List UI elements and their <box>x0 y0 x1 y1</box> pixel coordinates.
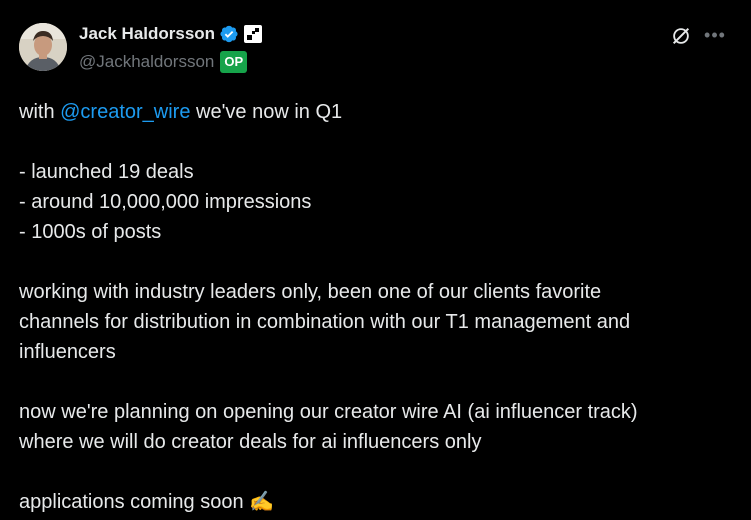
bullet-item: - launched 19 deals <box>19 161 194 183</box>
op-badge: OP <box>220 51 248 73</box>
paragraph-line: now we're planning on opening our creato… <box>19 401 638 423</box>
affiliate-logo-icon <box>247 28 260 40</box>
avatar[interactable] <box>19 23 67 71</box>
display-name[interactable]: Jack Haldorsson <box>79 24 215 44</box>
mention-link[interactable]: @creator_wire <box>60 101 190 123</box>
affiliate-badge-icon[interactable] <box>244 25 263 43</box>
closing-line: applications coming soon ✍️ <box>19 487 734 517</box>
bullet-item: - 1000s of posts <box>19 221 162 243</box>
paragraph-line: where we will do creator deals for ai in… <box>19 431 482 453</box>
bullet-item: - around 10,000,000 impressions <box>19 191 312 213</box>
paragraph-line: channels for distribution in combination… <box>19 311 631 333</box>
more-options-icon[interactable]: ••• <box>704 24 726 46</box>
closing-text: applications coming soon <box>19 491 250 513</box>
writing-hand-emoji: ✍️ <box>249 491 275 513</box>
author-header: Jack Haldorsson @Jackhaldorsson OP <box>79 22 263 74</box>
paragraph-line: influencers <box>19 341 116 363</box>
tweet-text: with @creator_wire we've now in Q1 - lau… <box>19 97 734 517</box>
tweet-text-fragment: with <box>19 101 61 123</box>
tweet-text-fragment: we've now in Q1 <box>190 101 343 123</box>
tweet-line-1: with @creator_wire we've now in Q1 <box>19 97 734 127</box>
user-handle[interactable]: @Jackhaldorsson <box>79 52 214 72</box>
avatar-photo <box>19 23 67 71</box>
verified-badge-icon[interactable] <box>219 24 239 44</box>
handle-row: @Jackhaldorsson OP <box>79 50 262 74</box>
tweet: Jack Haldorsson @Jackhaldorsson OP ••• w… <box>0 0 751 520</box>
name-row: Jack Haldorsson <box>79 22 263 46</box>
grok-icon[interactable] <box>670 25 692 47</box>
paragraph-line: working with industry leaders only, been… <box>19 281 602 303</box>
